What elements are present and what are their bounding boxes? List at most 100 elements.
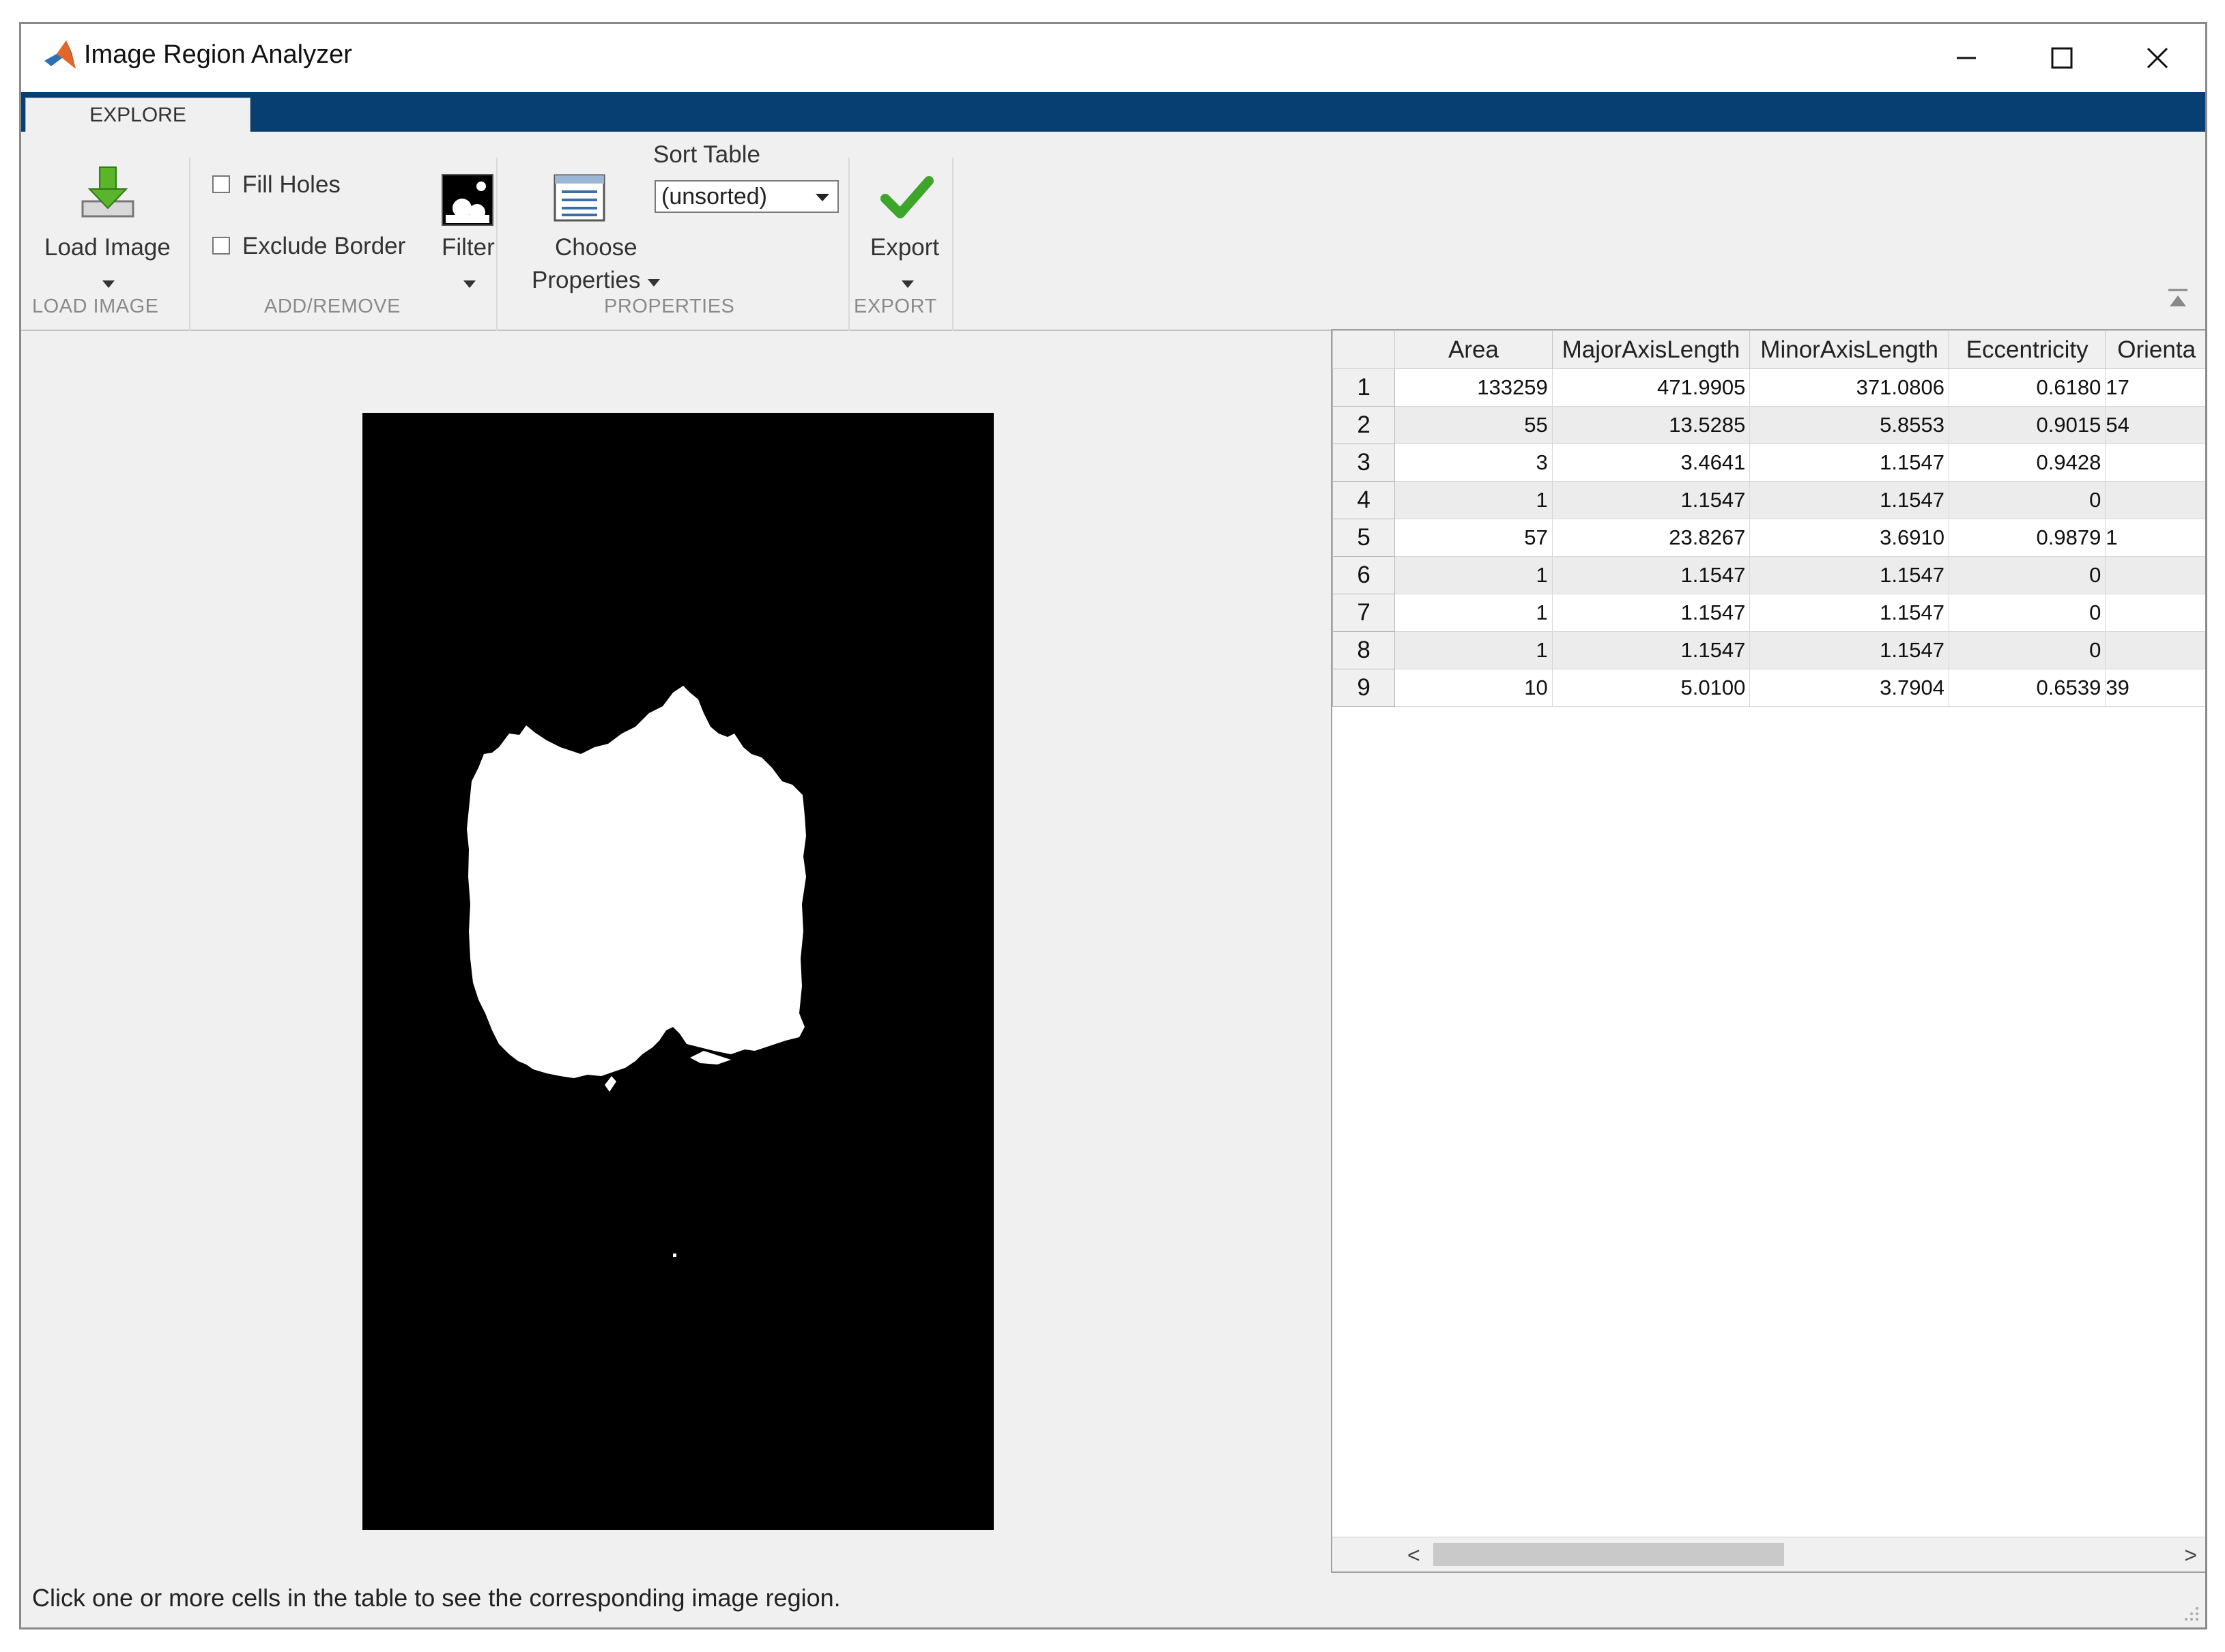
- table-cell-minor[interactable]: 1.1547: [1749, 631, 1949, 669]
- binary-image[interactable]: [362, 413, 994, 1530]
- column-header[interactable]: Area: [1394, 330, 1553, 369]
- exclude-border-checkbox[interactable]: Exclude Border: [212, 230, 437, 264]
- table-cell-minor[interactable]: 1.1547: [1749, 556, 1949, 594]
- table-cell-major[interactable]: 1.1547: [1551, 631, 1751, 669]
- table-cell-orient[interactable]: [2105, 594, 2205, 632]
- row-header[interactable]: 4: [1332, 481, 1396, 519]
- table-row[interactable]: 4 1 1.1547 1.1547 0: [1332, 481, 2205, 519]
- table-cell-minor[interactable]: 1.1547: [1749, 481, 1949, 519]
- table-cell-ecc[interactable]: 0.9879: [1948, 519, 2106, 557]
- tab-explore[interactable]: EXPLORE: [25, 98, 250, 132]
- scroll-right-icon[interactable]: >: [2184, 1543, 2197, 1568]
- table-row[interactable]: 9 10 5.0100 3.7904 0.6539 39: [1332, 669, 2205, 707]
- choose-properties-button[interactable]: Choose Properties: [513, 154, 663, 310]
- table-cell-orient[interactable]: 54: [2105, 406, 2205, 444]
- table-cell-area[interactable]: 1: [1394, 556, 1553, 594]
- table-row[interactable]: 7 1 1.1547 1.1547 0: [1332, 594, 2205, 632]
- row-header[interactable]: 2: [1332, 406, 1396, 444]
- ribbon-separator: [848, 158, 850, 340]
- table-cell-minor[interactable]: 1.1547: [1749, 444, 1949, 482]
- table-cell-ecc[interactable]: 0.6180: [1948, 368, 2106, 407]
- table-row[interactable]: 3 3 3.4641 1.1547 0.9428: [1332, 444, 2205, 482]
- close-button[interactable]: [2110, 24, 2205, 92]
- table-cell-area[interactable]: 57: [1394, 519, 1553, 557]
- column-header[interactable]: Orienta: [2105, 330, 2205, 369]
- exclude-border-box[interactable]: [212, 237, 230, 255]
- row-header[interactable]: 3: [1332, 444, 1396, 482]
- table-cell-major[interactable]: 13.5285: [1551, 406, 1751, 444]
- table-cell-area[interactable]: 10: [1394, 669, 1553, 707]
- collapse-ribbon-icon[interactable]: [2166, 286, 2190, 310]
- table-cell-minor[interactable]: 3.7904: [1749, 669, 1949, 707]
- table-cell-orient[interactable]: 39: [2105, 669, 2205, 707]
- table-cell-minor[interactable]: 5.8553: [1749, 406, 1949, 444]
- table-cell-orient[interactable]: [2105, 481, 2205, 519]
- row-header[interactable]: 5: [1332, 519, 1396, 557]
- exclude-border-label: Exclude Border: [242, 233, 406, 259]
- row-header[interactable]: 7: [1332, 594, 1396, 632]
- properties-label: Properties: [532, 267, 641, 293]
- filter-button[interactable]: Filter: [436, 154, 504, 304]
- scrollbar-thumb[interactable]: [1433, 1543, 1784, 1566]
- column-header[interactable]: Eccentricity: [1948, 330, 2106, 369]
- column-header[interactable]: MajorAxisLength: [1551, 330, 1751, 369]
- app-window: Image Region Analyzer EXPLORE Load Image…: [19, 22, 2207, 1629]
- table-cell-ecc[interactable]: 0: [1948, 481, 2106, 519]
- region-properties-table: Area MajorAxisLength MinorAxisLength Ecc…: [1331, 329, 2205, 1573]
- table-cell-major[interactable]: 1.1547: [1551, 594, 1751, 632]
- table-row[interactable]: 8 1 1.1547 1.1547 0: [1332, 631, 2205, 669]
- row-header[interactable]: 6: [1332, 556, 1396, 594]
- load-image-label: Load Image: [44, 234, 171, 261]
- table-cell-major[interactable]: 1.1547: [1551, 481, 1751, 519]
- scroll-left-icon[interactable]: <: [1407, 1543, 1420, 1568]
- table-cell-area[interactable]: 1: [1394, 481, 1553, 519]
- table-cell-area[interactable]: 133259: [1394, 368, 1553, 407]
- table-cell-orient[interactable]: [2105, 556, 2205, 594]
- table-row[interactable]: 6 1 1.1547 1.1547 0: [1332, 556, 2205, 594]
- table-cell-ecc[interactable]: 0.6539: [1948, 669, 2106, 707]
- table-cell-minor[interactable]: 1.1547: [1749, 594, 1949, 632]
- table-cell-major[interactable]: 471.9905: [1551, 368, 1751, 407]
- image-panel: [21, 331, 1332, 1586]
- load-image-icon: [81, 166, 134, 218]
- table-cell-ecc[interactable]: 0.9015: [1948, 406, 2106, 444]
- row-header[interactable]: 1: [1332, 368, 1396, 407]
- sort-table-dropdown[interactable]: (unsorted): [655, 180, 839, 213]
- table-cell-major[interactable]: 3.4641: [1551, 444, 1751, 482]
- table-cell-ecc[interactable]: 0.9428: [1948, 444, 2106, 482]
- table-cell-orient[interactable]: 1: [2105, 519, 2205, 557]
- table-cell-minor[interactable]: 3.6910: [1749, 519, 1949, 557]
- row-header[interactable]: 8: [1332, 631, 1396, 669]
- table-cell-major[interactable]: 23.8267: [1551, 519, 1751, 557]
- column-header[interactable]: MinorAxisLength: [1749, 330, 1949, 369]
- table-cell-minor[interactable]: 371.0806: [1749, 368, 1949, 407]
- matlab-logo-icon: [44, 40, 76, 69]
- row-header[interactable]: 9: [1332, 669, 1396, 707]
- table-cell-ecc[interactable]: 0: [1948, 594, 2106, 632]
- table-cell-area[interactable]: 3: [1394, 444, 1553, 482]
- table-cell-area[interactable]: 1: [1394, 594, 1553, 632]
- table-row[interactable]: 2 55 13.5285 5.8553 0.9015 54: [1332, 406, 2205, 444]
- fill-holes-box[interactable]: [212, 175, 230, 193]
- table-cell-major[interactable]: 1.1547: [1551, 556, 1751, 594]
- table-row[interactable]: 1 133259 471.9905 371.0806 0.6180 17: [1332, 368, 2205, 407]
- resize-grip-icon[interactable]: [2179, 1602, 2200, 1622]
- table-cell-area[interactable]: 55: [1394, 406, 1553, 444]
- table-row[interactable]: 5 57 23.8267 3.6910 0.9879 1: [1332, 519, 2205, 557]
- export-button[interactable]: Export: [857, 154, 959, 304]
- table-cell-major[interactable]: 5.0100: [1551, 669, 1751, 707]
- section-load-image: LOAD IMAGE: [32, 295, 159, 317]
- table-cell-ecc[interactable]: 0: [1948, 556, 2106, 594]
- load-image-button[interactable]: Load Image: [35, 154, 185, 304]
- table-cell-orient[interactable]: [2105, 631, 2205, 669]
- fill-holes-checkbox[interactable]: Fill Holes: [212, 169, 376, 203]
- table-cell-orient[interactable]: [2105, 444, 2205, 482]
- table-cell-area[interactable]: 1: [1394, 631, 1553, 669]
- ribbon-separator: [496, 158, 498, 340]
- table-cell-ecc[interactable]: 0: [1948, 631, 2106, 669]
- maximize-button[interactable]: [2014, 24, 2110, 92]
- horizontal-scrollbar[interactable]: < >: [1332, 1537, 2205, 1571]
- chevron-down-icon: [463, 280, 476, 288]
- minimize-button[interactable]: [1919, 24, 2014, 92]
- table-cell-orient[interactable]: 17: [2105, 368, 2205, 407]
